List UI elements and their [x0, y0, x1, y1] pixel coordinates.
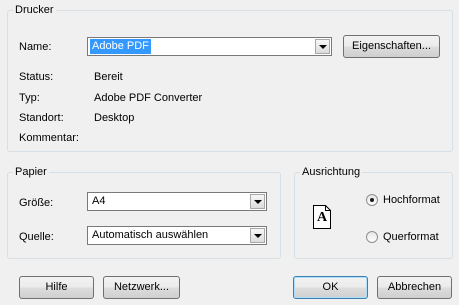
paper-source-select[interactable]: Automatisch auswählen: [87, 226, 267, 245]
landscape-label[interactable]: Querformat: [383, 230, 439, 244]
printer-group-legend: Drucker: [13, 3, 56, 17]
chevron-down-icon[interactable]: [250, 194, 265, 209]
landscape-radio[interactable]: [366, 231, 378, 243]
paper-group-legend: Papier: [13, 165, 49, 179]
portrait-label[interactable]: Hochformat: [383, 193, 440, 207]
help-button[interactable]: Hilfe: [19, 276, 94, 299]
paper-size-value: A4: [92, 195, 106, 207]
type-value: Adobe PDF Converter: [94, 92, 203, 104]
printer-name-select[interactable]: Adobe PDF: [87, 37, 332, 56]
paper-source-label: Quelle:: [19, 231, 54, 243]
location-value: Desktop: [94, 112, 135, 124]
paper-size-select[interactable]: A4: [87, 192, 267, 211]
page-glyph: A: [316, 210, 328, 225]
properties-button[interactable]: Eigenschaften...: [343, 35, 440, 58]
status-label: Status:: [19, 71, 54, 83]
status-value: Bereit: [94, 71, 123, 83]
cancel-button[interactable]: Abbrechen: [377, 276, 452, 299]
type-label: Typ:: [19, 92, 40, 104]
printer-name-value: Adobe PDF: [90, 39, 151, 54]
location-label: Standort:: [19, 112, 64, 124]
page-orientation-icon: A: [313, 205, 331, 229]
paper-size-label: Größe:: [19, 197, 54, 209]
paper-group: Papier: [7, 165, 281, 259]
comment-label: Kommentar:: [19, 132, 79, 144]
orientation-group-legend: Ausrichtung: [300, 165, 363, 179]
printer-name-label: Name:: [19, 41, 52, 53]
ok-button[interactable]: OK: [293, 276, 368, 299]
network-button[interactable]: Netzwerk...: [103, 276, 180, 299]
chevron-down-icon[interactable]: [315, 39, 330, 54]
paper-source-value: Automatisch auswählen: [92, 229, 209, 241]
chevron-down-icon[interactable]: [250, 228, 265, 243]
portrait-radio[interactable]: [366, 194, 378, 206]
